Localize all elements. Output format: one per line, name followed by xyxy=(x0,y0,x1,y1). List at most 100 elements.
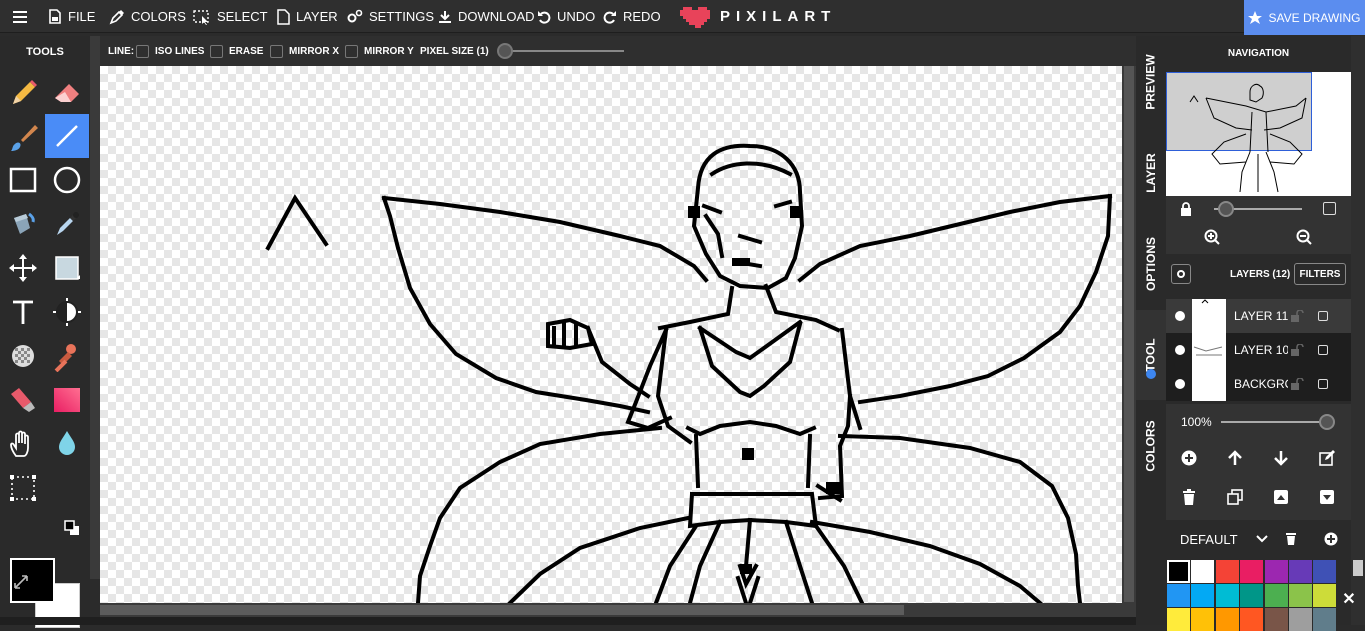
drawing-canvas[interactable] xyxy=(100,66,1122,603)
unlock-icon[interactable] xyxy=(1290,310,1304,322)
tab-options[interactable]: OPTIONS xyxy=(1136,218,1166,310)
palette-swatch[interactable] xyxy=(1215,608,1239,631)
redo-button[interactable]: REDO xyxy=(603,0,661,33)
pixel-size-slider-thumb[interactable] xyxy=(497,43,513,59)
unlock-icon[interactable] xyxy=(1290,344,1304,356)
erase-checkbox[interactable]: ERASE xyxy=(210,36,263,66)
tab-preview[interactable]: PREVIEW xyxy=(1136,36,1166,128)
palette-swatch[interactable] xyxy=(1191,584,1215,607)
duplicate-layer-button[interactable] xyxy=(1225,487,1245,507)
chevron-down-icon[interactable] xyxy=(1256,534,1268,544)
edit-layer-button[interactable] xyxy=(1317,448,1337,468)
palette-swatch[interactable] xyxy=(1289,608,1312,631)
tool-text[interactable] xyxy=(1,290,45,334)
layer-row-layer-10[interactable]: LAYER 10 xyxy=(1166,333,1351,367)
tool-hand[interactable] xyxy=(1,422,45,466)
tab-layer[interactable]: LAYER xyxy=(1136,128,1166,218)
palette-swatch[interactable] xyxy=(1264,608,1288,631)
tool-move[interactable] xyxy=(1,246,45,290)
palette-swatch[interactable] xyxy=(1313,608,1337,631)
layer-visibility-dot[interactable] xyxy=(1175,379,1185,389)
tool-rectangle[interactable] xyxy=(1,158,45,202)
palette-swatch[interactable] xyxy=(1215,560,1239,583)
pixilart-logo[interactable]: PIXILART xyxy=(680,4,836,28)
tool-line[interactable] xyxy=(45,114,89,158)
trash-icon[interactable] xyxy=(1285,532,1297,546)
delete-layer-button[interactable] xyxy=(1179,487,1199,507)
palette-swatch[interactable] xyxy=(1240,584,1264,607)
tool-gradient[interactable] xyxy=(45,378,89,422)
palette-swatch[interactable] xyxy=(1264,584,1288,607)
tool-stamp[interactable] xyxy=(45,334,89,378)
canvas-horizontal-scroll-thumb[interactable] xyxy=(100,605,904,615)
add-layer-button[interactable] xyxy=(1179,448,1199,468)
layer-menu-button[interactable]: LAYER xyxy=(277,0,338,33)
layer-select-checkbox[interactable] xyxy=(1318,311,1328,321)
swap-colors-button[interactable] xyxy=(12,573,30,596)
palette-swatch[interactable] xyxy=(1264,560,1288,583)
palette-swatch[interactable] xyxy=(1289,560,1312,583)
close-icon[interactable]: ✕ xyxy=(1339,589,1359,609)
tool-eraser[interactable] xyxy=(45,72,89,116)
tab-tool[interactable]: TOOL xyxy=(1136,310,1166,400)
zoom-in-icon[interactable] xyxy=(1204,229,1220,245)
tool-pencil[interactable] xyxy=(1,72,45,116)
right-panel-scroll-thumb[interactable] xyxy=(1353,560,1363,576)
tools-scrollbar[interactable] xyxy=(90,36,100,579)
palette-swatch[interactable] xyxy=(1167,560,1190,583)
save-drawing-button[interactable]: SAVE DRAWING xyxy=(1244,0,1365,35)
merge-up-button[interactable] xyxy=(1271,487,1291,507)
unlock-icon[interactable] xyxy=(1290,378,1304,390)
palette-swatch[interactable] xyxy=(1289,584,1312,607)
file-menu-button[interactable]: FILE xyxy=(48,0,95,33)
move-layer-down-button[interactable] xyxy=(1271,448,1291,468)
navigation-preview[interactable] xyxy=(1166,72,1351,196)
tab-colors[interactable]: COLORS xyxy=(1136,400,1166,492)
select-menu-button[interactable]: SELECT xyxy=(193,0,268,33)
palette-swatch[interactable] xyxy=(1191,608,1215,631)
pixel-size-slider-track[interactable] xyxy=(504,50,624,52)
add-circle-icon[interactable] xyxy=(1324,532,1338,546)
tool-bucket[interactable] xyxy=(1,202,45,246)
tool-circle[interactable] xyxy=(45,158,89,202)
tool-blur[interactable] xyxy=(45,422,89,466)
layer-row-layer-11[interactable]: LAYER 11 xyxy=(1166,299,1351,333)
opacity-slider-thumb[interactable] xyxy=(1319,414,1335,430)
color-reset-button[interactable] xyxy=(64,520,80,541)
merge-down-button[interactable] xyxy=(1317,487,1337,507)
layer-visibility-dot[interactable] xyxy=(1175,311,1185,321)
right-panel-scrollbar[interactable] xyxy=(1351,36,1365,625)
nav-zoom-slider-thumb[interactable] xyxy=(1218,201,1234,217)
iso-lines-checkbox[interactable]: ISO LINES xyxy=(136,36,204,66)
layer-visibility-dot[interactable] xyxy=(1175,345,1185,355)
palette-swatch[interactable] xyxy=(1313,560,1337,583)
layer-select-checkbox[interactable] xyxy=(1318,379,1328,389)
canvas-vertical-scroll-thumb[interactable] xyxy=(1124,66,1134,602)
tool-marquee[interactable] xyxy=(1,466,45,510)
tool-clone[interactable] xyxy=(1,378,45,422)
layer-settings-button[interactable] xyxy=(1171,264,1191,284)
tool-eyedropper[interactable] xyxy=(45,202,89,246)
tool-select-fill[interactable] xyxy=(45,246,89,290)
opacity-slider-track[interactable] xyxy=(1221,421,1326,423)
palette-swatch[interactable] xyxy=(1240,560,1264,583)
move-layer-up-button[interactable] xyxy=(1225,448,1245,468)
palette-swatch[interactable] xyxy=(1167,584,1190,607)
tool-brush[interactable] xyxy=(1,116,45,160)
zoom-out-icon[interactable] xyxy=(1296,229,1312,245)
palette-swatch[interactable] xyxy=(1240,608,1264,631)
hamburger-menu-button[interactable] xyxy=(13,0,35,33)
palette-swatch[interactable] xyxy=(1191,560,1215,583)
palette-swatch[interactable] xyxy=(1167,608,1190,631)
lock-icon[interactable] xyxy=(1180,202,1192,216)
tool-lighten[interactable] xyxy=(45,290,89,334)
palette-swatch[interactable] xyxy=(1313,584,1337,607)
mirror-x-checkbox[interactable]: MIRROR X xyxy=(270,36,339,66)
tool-dither[interactable] xyxy=(1,334,45,378)
palette-swatch[interactable] xyxy=(1215,584,1239,607)
filters-button[interactable]: FILTERS xyxy=(1294,263,1346,285)
colors-menu-button[interactable]: COLORS xyxy=(109,0,186,33)
layer-select-checkbox[interactable] xyxy=(1318,345,1328,355)
download-menu-button[interactable]: DOWNLOAD xyxy=(438,0,535,33)
layer-row-background[interactable]: BACKGROUND xyxy=(1166,367,1351,401)
